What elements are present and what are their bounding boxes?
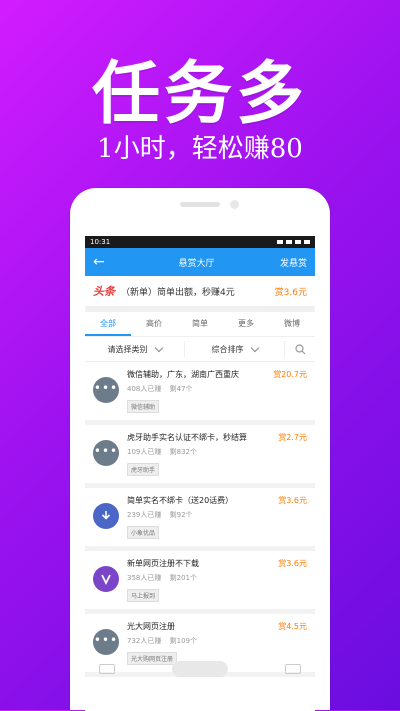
task-remaining-count: 剩832个	[169, 448, 197, 456]
more-icon: •••	[93, 629, 119, 655]
task-tag: 小象优品	[127, 526, 160, 539]
phone-speaker	[180, 202, 220, 207]
task-remaining-count: 剩201个	[169, 574, 197, 582]
search-icon	[294, 343, 305, 354]
bluetooth-icon	[277, 240, 283, 244]
brand-logo: 头条	[93, 285, 115, 298]
promo-subtitle: 1小时，轻松赚80	[97, 134, 303, 164]
task-title: 光大网页注册	[127, 622, 175, 631]
tab-all[interactable]: 全部	[85, 312, 131, 336]
task-reward: 赏4.5元	[278, 622, 307, 631]
phone-frame: 10:31 ← 悬赏大厅 发悬赏 头条 （新单）简单出额，秒赚4元 赏3.6元 …	[70, 188, 330, 711]
task-remaining-count: 剩92个	[169, 511, 193, 519]
category-select-label: 请选择类别	[107, 344, 148, 354]
featured-task-reward: 赏3.6元	[274, 287, 307, 298]
task-row[interactable]: 新单网页注册不下载 358人已赚 剩201个 马上报到 赏3.6元	[85, 551, 315, 614]
task-completed-count: 239人已赚	[127, 511, 162, 519]
promo-title: 任务多	[91, 55, 308, 134]
page-title: 悬赏大厅	[178, 258, 215, 269]
phone-camera	[230, 200, 239, 209]
download-icon	[93, 503, 119, 529]
task-reward: 赏3.6元	[278, 496, 307, 505]
tab-weibo[interactable]: 微博	[269, 312, 315, 336]
task-row[interactable]: 简单实名不绑卡（送20话费） 239人已赚 剩92个 小象优品 赏3.6元	[85, 488, 315, 551]
app-screen: 10:31 ← 悬赏大厅 发悬赏 头条 （新单）简单出额，秒赚4元 赏3.6元 …	[85, 236, 315, 711]
sort-select[interactable]: 综合排序	[185, 341, 285, 357]
chevron-down-icon	[154, 343, 163, 352]
chevron-down-icon	[250, 343, 259, 352]
home-button[interactable]	[171, 661, 228, 677]
more-icon: •••	[93, 440, 119, 466]
task-tag: 马上报到	[127, 589, 160, 602]
featured-task[interactable]: 头条 （新单）简单出额，秒赚4元 赏3.6元	[85, 276, 315, 312]
task-row[interactable]: ••• 微信辅助，广东，湖南广西重庆 408人已赚 剩47个 微信辅助 赏20.…	[85, 362, 315, 425]
more-icon: •••	[93, 377, 119, 403]
task-title: 新单网页注册不下载	[127, 559, 199, 568]
task-reward: 赏20.7元	[273, 370, 307, 379]
v-badge-icon	[93, 566, 119, 592]
status-bar: 10:31	[85, 236, 315, 248]
task-completed-count: 408人已赚	[127, 385, 162, 393]
task-completed-count: 358人已赚	[127, 574, 162, 582]
category-tabs: 全部 高价 简单 更多 微博	[85, 312, 315, 337]
task-remaining-count: 剩109个	[169, 637, 197, 645]
post-reward-button[interactable]: 发悬赏	[280, 256, 307, 269]
battery-icon	[304, 240, 310, 244]
phone-softkeys	[70, 654, 330, 684]
task-row[interactable]: ••• 虎牙助手实名认证不绑卡，秒结算 109人已赚 剩832个 虎牙助手 赏2…	[85, 425, 315, 488]
tab-more[interactable]: 更多	[223, 312, 269, 336]
task-reward: 赏2.7元	[278, 433, 307, 442]
task-completed-count: 109人已赚	[127, 448, 162, 456]
signal-icon	[295, 240, 301, 244]
featured-task-title: （新单）简单出额，秒赚4元	[121, 287, 235, 298]
filter-bar: 请选择类别 综合排序	[85, 337, 315, 362]
task-tag: 虎牙助手	[127, 463, 160, 476]
tab-simple[interactable]: 简单	[177, 312, 223, 336]
tab-high-price[interactable]: 高价	[131, 312, 177, 336]
category-select[interactable]: 请选择类别	[85, 341, 185, 357]
task-reward: 赏3.6元	[278, 559, 307, 568]
back-arrow-icon[interactable]: ←	[93, 254, 113, 270]
search-button[interactable]	[285, 343, 315, 355]
task-list: ••• 微信辅助，广东，湖南广西重庆 408人已赚 剩47个 微信辅助 赏20.…	[85, 362, 315, 677]
menu-key-icon[interactable]	[98, 664, 115, 674]
back-key-icon[interactable]	[285, 664, 302, 674]
task-title: 简单实名不绑卡（送20话费）	[127, 496, 234, 505]
nav-bar: ← 悬赏大厅 发悬赏	[85, 248, 315, 276]
status-time: 10:31	[90, 238, 111, 246]
sort-select-label: 综合排序	[211, 344, 244, 354]
task-title: 微信辅助，广东，湖南广西重庆	[127, 370, 239, 379]
task-remaining-count: 剩47个	[169, 385, 193, 393]
task-completed-count: 732人已赚	[127, 637, 162, 645]
task-title: 虎牙助手实名认证不绑卡，秒结算	[127, 433, 247, 442]
wifi-icon	[286, 240, 292, 244]
task-tag: 微信辅助	[127, 400, 160, 413]
